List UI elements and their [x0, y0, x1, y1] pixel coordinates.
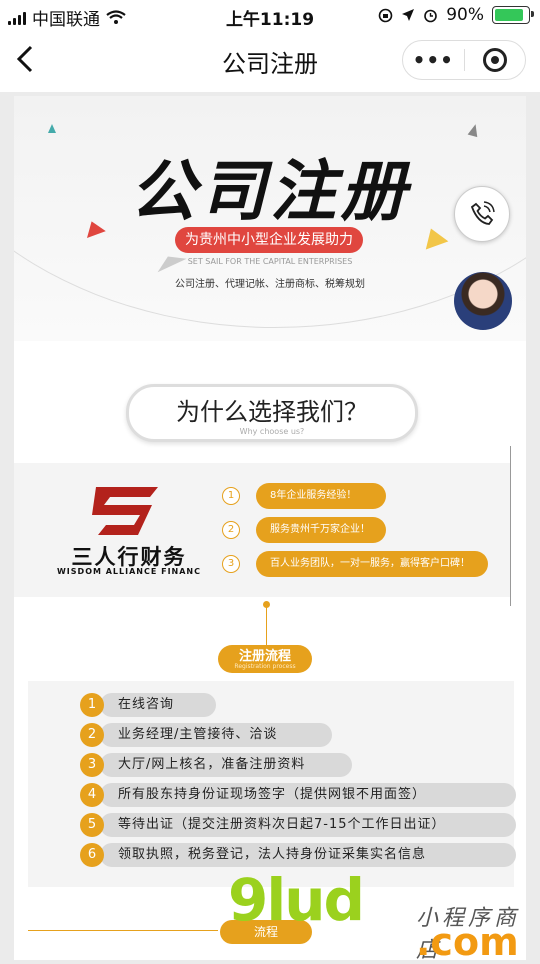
- why-item-text: 百人业务团队，一对一服务，赢得客户口碑！: [256, 551, 488, 577]
- step-item: 2 业务经理/主管接待、洽谈: [80, 723, 332, 747]
- hero-ribbon: 为贵州中小型企业发展助力: [175, 227, 363, 253]
- battery-icon: [492, 6, 534, 24]
- step-item: 5 等待出证（提交注册资料次日起7-15个工作日出证）: [80, 813, 516, 837]
- status-bar: 中国联通 上午11:19 90%: [0, 0, 540, 30]
- mini-program-capsule: •••: [402, 40, 526, 80]
- main-content[interactable]: 公司注册 为贵州中小型企业发展助力 SET SAIL FOR THE CAPIT…: [14, 96, 526, 960]
- registration-tag: 注册流程 Registration process: [218, 645, 312, 673]
- why-title: 为什么选择我们？: [176, 398, 368, 426]
- company-english-name: WISDOM ALLIANCE FINANC: [56, 567, 201, 576]
- step-number: 6: [80, 843, 104, 867]
- hero-banner: 公司注册 为贵州中小型企业发展助力 SET SAIL FOR THE CAPIT…: [14, 96, 526, 341]
- rotation-lock-icon: [378, 8, 393, 22]
- step-number: 2: [80, 723, 104, 747]
- why-heading: 为什么选择我们？ Why choose us?: [126, 384, 418, 442]
- step-label: 领取执照，税务登记，法人持身份证采集实名信息: [100, 843, 516, 867]
- logo-s-icon: [92, 487, 158, 535]
- watermark-brand: 9lud: [228, 866, 365, 934]
- step-number: 4: [80, 783, 104, 807]
- why-item: 2 服务贵州千万家企业！: [222, 517, 386, 543]
- registration-steps: 1 在线咨询 2 业务经理/主管接待、洽谈 3 大厅/网上核名，准备注册资料 4…: [28, 681, 516, 887]
- avatar: [454, 272, 512, 330]
- close-button[interactable]: [465, 48, 526, 72]
- why-item-number: 1: [222, 487, 240, 505]
- call-button[interactable]: [454, 186, 510, 242]
- step-label: 业务经理/主管接待、洽谈: [100, 723, 332, 747]
- hero-services: 公司注册、代理记帐、注册商标、税筹规划: [175, 279, 365, 290]
- hero-title: 公司注册: [130, 153, 410, 230]
- triangle-decoration-icon: [48, 124, 56, 133]
- registration-tag-label: 注册流程: [238, 649, 291, 664]
- why-item-number: 2: [222, 521, 240, 539]
- why-item: 3 百人业务团队，一对一服务，赢得客户口碑！: [222, 551, 488, 577]
- nav-bar: 公司注册 •••: [0, 30, 540, 92]
- step-label: 大厅/网上核名，准备注册资料: [100, 753, 352, 777]
- step-label: 等待出证（提交注册资料次日起7-15个工作日出证）: [100, 813, 516, 837]
- location-icon: [402, 9, 415, 21]
- step-label: 所有股东持身份证现场签字（提供网银不用面签）: [100, 783, 516, 807]
- watermark-domain: .com: [416, 920, 519, 964]
- why-item-text: 服务贵州千万家企业！: [256, 517, 386, 543]
- target-icon: [482, 48, 507, 72]
- why-item-text: 8年企业服务经验！: [256, 483, 386, 509]
- step-label: 在线咨询: [100, 693, 216, 717]
- step-item: 3 大厅/网上核名，准备注册资料: [80, 753, 352, 777]
- company-logo: 三人行财务 WISDOM ALLIANCE FINANC: [54, 483, 204, 583]
- hero-tagline: SET SAIL FOR THE CAPITAL ENTERPRISES: [187, 257, 353, 266]
- step-number: 3: [80, 753, 104, 777]
- why-item-number: 3: [222, 555, 240, 573]
- step-number: 5: [80, 813, 104, 837]
- why-section: 三人行财务 WISDOM ALLIANCE FINANC 1 8年企业服务经验！…: [14, 463, 510, 597]
- registration-tag-en: Registration process: [234, 663, 296, 670]
- more-button[interactable]: •••: [403, 48, 464, 72]
- step-item: 4 所有股东持身份证现场签字（提供网银不用面签）: [80, 783, 516, 807]
- alarm-icon: [424, 9, 438, 22]
- step-item: 1 在线咨询: [80, 693, 216, 717]
- phone-icon: [470, 201, 495, 225]
- why-item: 1 8年企业服务经验！: [222, 483, 386, 509]
- battery-percent: 90%: [446, 5, 484, 25]
- step-number: 1: [80, 693, 104, 717]
- why-subtitle: Why choose us?: [239, 427, 305, 436]
- step-item: 6 领取执照，税务登记，法人持身份证采集实名信息: [80, 843, 516, 867]
